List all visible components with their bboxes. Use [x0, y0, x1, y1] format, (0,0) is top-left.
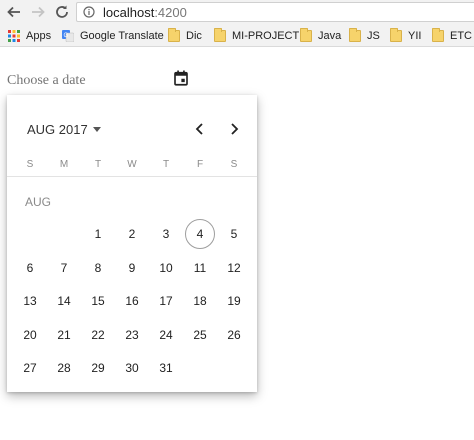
- calendar-day[interactable]: 29: [83, 353, 113, 383]
- folder-icon: [214, 28, 226, 42]
- calendar-day[interactable]: 23: [117, 320, 147, 350]
- bookmark-js[interactable]: JS: [349, 28, 380, 43]
- calendar-day[interactable]: 11: [185, 253, 215, 283]
- bookmark-apps[interactable]: Apps: [8, 29, 51, 43]
- date-input[interactable]: [7, 70, 167, 92]
- bookmark-java[interactable]: Java: [300, 28, 342, 43]
- weekday-label: M: [59, 159, 69, 170]
- weekday-label: F: [196, 159, 204, 170]
- address-text: localhost:4200: [103, 5, 187, 20]
- next-month-button[interactable]: [226, 121, 242, 137]
- address-bar[interactable]: localhost:4200: [76, 2, 474, 22]
- calendar-day[interactable]: 14: [49, 286, 79, 316]
- weekday-label: W: [127, 159, 137, 170]
- svg-text:G: G: [64, 33, 69, 39]
- calendar-day[interactable]: 10: [151, 253, 181, 283]
- bookmark-label: Apps: [26, 30, 52, 42]
- info-icon[interactable]: [83, 6, 95, 18]
- reload-button[interactable]: [53, 3, 71, 21]
- calendar-day[interactable]: 22: [83, 320, 113, 350]
- url-port: :4200: [154, 4, 187, 20]
- bookmark-label: JS: [367, 30, 380, 42]
- google-translate-icon: G: [62, 30, 74, 42]
- calendar-day[interactable]: 26: [219, 320, 249, 350]
- back-arrow-icon: [7, 6, 20, 18]
- reload-icon: [56, 5, 68, 18]
- weekday-header-row: SMTWTFS: [13, 159, 253, 171]
- url-host: localhost: [103, 4, 155, 20]
- month-label: AUG: [25, 195, 52, 209]
- weekday-label: S: [230, 159, 238, 170]
- folder-icon: [432, 28, 444, 42]
- bookmark-label: MI-PROJECT: [232, 30, 300, 42]
- calendar-day[interactable]: 3: [151, 219, 181, 249]
- calendar-day[interactable]: 18: [185, 286, 215, 316]
- calendar-day[interactable]: 25: [185, 320, 215, 350]
- folder-icon: [168, 28, 180, 42]
- chevron-right-icon: [231, 123, 239, 135]
- calendar-day[interactable]: 6: [15, 253, 45, 283]
- calendar-day[interactable]: 8: [83, 253, 113, 283]
- bookmark-google-translate[interactable]: G Google Translate: [62, 29, 164, 43]
- calendar-day[interactable]: 28: [49, 353, 79, 383]
- calendar-day[interactable]: 12: [219, 253, 249, 283]
- period-label: AUG 2017: [27, 122, 88, 137]
- previous-month-button[interactable]: [192, 121, 208, 137]
- folder-icon: [300, 28, 312, 42]
- calendar-day[interactable]: 9: [117, 253, 147, 283]
- forward-button[interactable]: [29, 3, 47, 21]
- calendar-day[interactable]: 19: [219, 286, 249, 316]
- calendar-day[interactable]: 15: [83, 286, 113, 316]
- calendar-day[interactable]: 13: [15, 286, 45, 316]
- apps-grid-icon: [8, 30, 20, 42]
- calendar-day[interactable]: 24: [151, 320, 181, 350]
- folder-icon: [349, 28, 361, 42]
- calendar-day[interactable]: 27: [15, 353, 45, 383]
- calendar-day[interactable]: 31: [151, 353, 181, 383]
- calendar-day[interactable]: 1: [83, 219, 113, 249]
- chevron-left-icon: [195, 123, 203, 135]
- back-button[interactable]: [5, 3, 23, 21]
- header-divider: [7, 176, 257, 177]
- weekday-label: T: [94, 159, 102, 170]
- calendar-day-today[interactable]: 4: [185, 219, 215, 249]
- weekday-label: T: [162, 159, 170, 170]
- bookmark-mi-project[interactable]: MI-PROJECT: [214, 28, 300, 43]
- period-select-button[interactable]: AUG 2017: [27, 122, 101, 137]
- bookmark-label: ETC: [450, 30, 472, 42]
- calendar-day[interactable]: 2: [117, 219, 147, 249]
- calendar-day[interactable]: 20: [15, 320, 45, 350]
- calendar-day[interactable]: 5: [219, 219, 249, 249]
- bookmarks-bar: Apps G Google Translate Dic MI-PROJECT J…: [0, 25, 474, 47]
- bookmark-yii[interactable]: YII: [390, 28, 422, 43]
- calendar-day[interactable]: 7: [49, 253, 79, 283]
- bookmark-label: YII: [408, 30, 422, 42]
- bookmark-label: Google Translate: [80, 30, 164, 42]
- bookmark-label: Dic: [186, 30, 202, 42]
- calendar-day[interactable]: 16: [117, 286, 147, 316]
- forward-arrow-icon: [32, 6, 45, 18]
- calendar-day[interactable]: 17: [151, 286, 181, 316]
- datepicker-popup: AUG 2017 SMTWTFS AUG 1 2 3 4 5 6 7 8 9 10 11 12 13 14…: [7, 95, 257, 392]
- bookmark-label: Java: [318, 30, 342, 42]
- bookmark-etc[interactable]: ETC: [432, 28, 472, 43]
- dropdown-caret-icon: [92, 127, 101, 132]
- calendar-day[interactable]: 21: [49, 320, 79, 350]
- calendar-icon: [174, 70, 188, 86]
- datepicker-toggle-button[interactable]: [171, 68, 191, 88]
- browser-toolbar: localhost:4200: [0, 0, 474, 25]
- folder-icon: [390, 28, 402, 42]
- weekday-label: S: [26, 159, 34, 170]
- bookmark-dic[interactable]: Dic: [168, 28, 202, 43]
- calendar-day[interactable]: 30: [117, 353, 147, 383]
